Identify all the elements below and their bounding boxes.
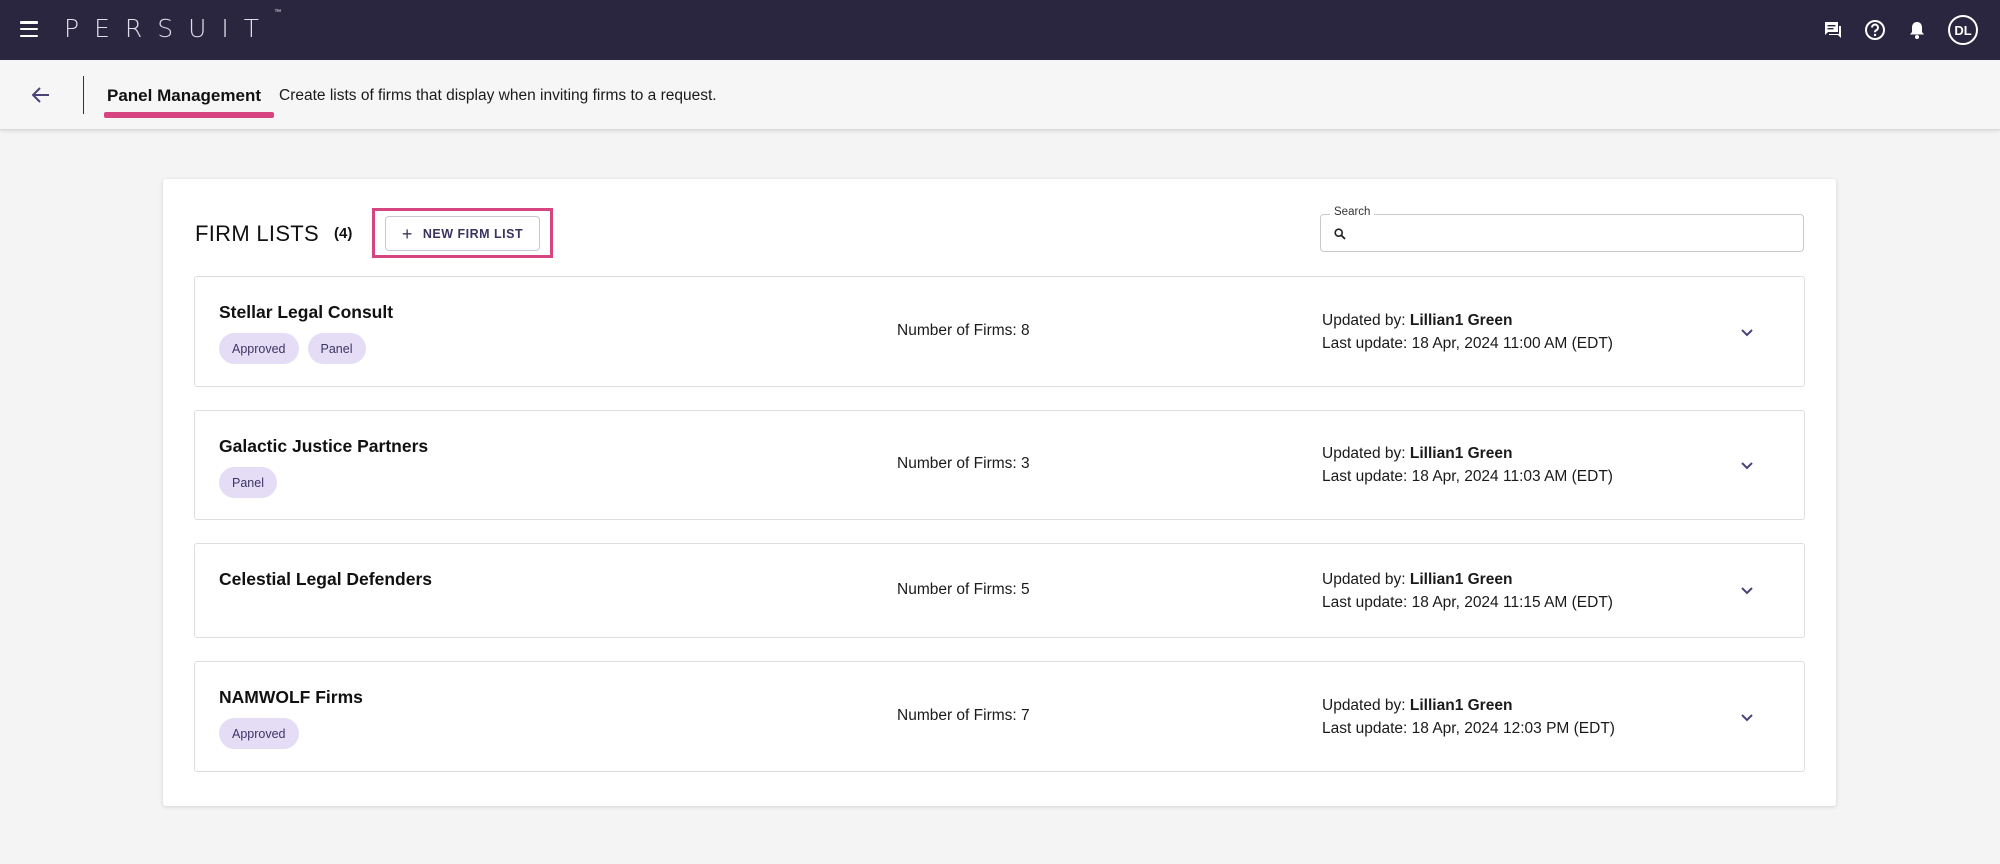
logo-trademark: ™ [274,7,282,16]
updated-by-label: Updated by: [1322,571,1406,588]
expand-row-button[interactable] [1735,706,1759,730]
search-icon [1334,228,1346,240]
tag-group: Approved [219,718,308,749]
updated-by-label: Updated by: [1322,312,1406,329]
firm-list-name: Galactic Justice Partners [219,436,429,456]
status-badge: Panel [219,467,277,498]
header-divider [83,76,84,114]
updated-by-name: Lillian1 Green [1409,697,1513,714]
updated-by-label: Updated by: [1322,445,1406,462]
plus-icon: + [401,223,413,244]
updated-by-name: Lillian1 Green [1409,312,1513,329]
chevron-down-icon [1741,587,1753,595]
update-info: Updated by: Lillian1 Green Last update: … [1322,568,1613,614]
search-input[interactable] [1355,221,1795,247]
top-icons: DL [1820,0,2000,60]
firm-list-name: Stellar Legal Consult [219,302,394,322]
logo-text: PERSUIT [64,14,275,43]
tag-group: Panel [219,467,286,498]
user-avatar[interactable]: DL [1948,15,1978,45]
new-firm-list-label: NEW FIRM LIST [422,226,524,241]
firm-count: Number of Firms: 3 [897,455,1030,472]
search-label: Search [1330,206,1375,218]
status-badge: Approved [219,718,299,749]
last-update: Last update: 18 Apr, 2024 11:15 AM (EDT) [1322,594,1613,611]
top-nav-bar: PERSUIT™ DL [0,0,2000,60]
status-badge: Approved [219,333,299,364]
tag-group: Approved Panel [219,333,375,364]
status-badge: Panel [307,333,366,364]
app-logo[interactable]: PERSUIT™ [64,8,281,43]
expand-row-button[interactable] [1735,321,1759,345]
expand-row-button[interactable] [1735,579,1759,603]
chevron-down-icon [1741,329,1753,337]
arrow-left-icon [32,87,49,103]
firm-count: Number of Firms: 7 [897,707,1030,724]
firm-list-row[interactable]: Galactic Justice Partners Panel Number o… [194,410,1805,520]
last-update: Last update: 18 Apr, 2024 11:00 AM (EDT) [1322,335,1613,352]
active-tab-indicator [104,112,274,118]
firm-lists-card: FIRM LISTS (4) + NEW FIRM LIST Search St… [163,179,1836,806]
last-update: Last update: 18 Apr, 2024 11:03 AM (EDT) [1322,468,1613,485]
chevron-down-icon [1741,462,1753,470]
chevron-down-icon [1741,714,1753,722]
firm-list-name: Celestial Legal Defenders [219,569,432,589]
updated-by-name: Lillian1 Green [1409,445,1513,462]
tab-panel-management[interactable]: Panel Management [107,86,261,106]
firm-list-count: (4) [334,225,353,242]
update-info: Updated by: Lillian1 Green Last update: … [1322,442,1613,488]
page-description: Create lists of firms that display when … [279,87,717,104]
menu-icon[interactable] [20,21,38,37]
update-info: Updated by: Lillian1 Green Last update: … [1322,309,1613,355]
chat-icon[interactable] [1820,17,1846,43]
page-header: Panel Management Create lists of firms t… [0,60,2000,130]
updated-by-name: Lillian1 Green [1409,571,1513,588]
firm-list-row[interactable]: Celestial Legal Defenders Number of Firm… [194,543,1805,638]
firm-count: Number of Firms: 5 [897,581,1030,598]
back-button[interactable] [28,82,54,108]
firm-list-row[interactable]: NAMWOLF Firms Approved Number of Firms: … [194,661,1805,772]
last-update: Last update: 18 Apr, 2024 12:03 PM (EDT) [1322,720,1615,737]
expand-row-button[interactable] [1735,454,1759,478]
search-field[interactable]: Search [1320,206,1804,252]
section-title: FIRM LISTS [195,221,320,246]
bell-icon[interactable] [1904,17,1930,43]
firm-list-row[interactable]: Stellar Legal Consult Approved Panel Num… [194,276,1805,387]
firm-count: Number of Firms: 8 [897,322,1030,339]
new-firm-list-button[interactable]: + NEW FIRM LIST [385,216,540,251]
update-info: Updated by: Lillian1 Green Last update: … [1322,694,1615,740]
updated-by-label: Updated by: [1322,697,1406,714]
firm-list-name: NAMWOLF Firms [219,687,363,707]
help-icon[interactable] [1862,17,1888,43]
